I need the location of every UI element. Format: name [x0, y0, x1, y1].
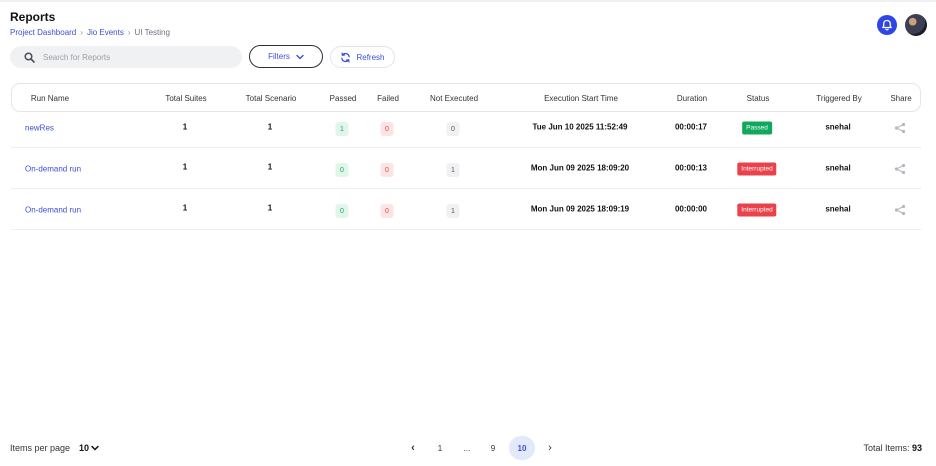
pagination-next-button[interactable]: › [543, 437, 557, 459]
passed-count-badge: 1 [335, 122, 349, 136]
total-scenario-value: 1 [267, 203, 273, 213]
share-icon[interactable] [894, 163, 906, 175]
search-icon [24, 51, 35, 63]
failed-count-badge: 0 [380, 163, 394, 177]
pagination-page-1[interactable]: 1 [432, 437, 448, 459]
total-items: Total Items: 93 [863, 443, 922, 453]
search-input[interactable] [43, 52, 223, 62]
not-executed-count-badge: 0 [446, 122, 460, 136]
status-badge: Interrupted [737, 162, 777, 176]
total-scenario-value: 1 [267, 162, 273, 172]
duration-value: 00:00:17 [674, 122, 708, 132]
total-items-value: 93 [911, 443, 922, 453]
total-scenario-value: 1 [267, 122, 273, 132]
run-name-link[interactable]: On-demand run [25, 206, 81, 215]
breadcrumb-ui-testing: UI Testing [134, 28, 170, 37]
pagination-page-10-current[interactable]: 10 [509, 436, 535, 460]
filters-label: Filters [268, 52, 290, 61]
status-badge: Interrupted [737, 203, 777, 217]
refresh-icon [341, 52, 351, 62]
user-avatar[interactable] [905, 14, 927, 36]
failed-count-badge: 0 [380, 204, 394, 218]
page-title: Reports [10, 10, 56, 24]
table-row[interactable]: On-demand run 1 1 0 0 1 Mon Jun 09 2025 … [11, 190, 921, 230]
execution-start-time: Mon Jun 09 2025 18:09:19 [530, 204, 630, 214]
top-divider [0, 0, 936, 2]
passed-count-badge: 0 [335, 204, 349, 218]
breadcrumb: Project Dashboard › Jio Events › UI Test… [10, 28, 170, 37]
execution-start-time: Mon Jun 09 2025 18:09:20 [530, 163, 630, 173]
breadcrumb-project-dashboard[interactable]: Project Dashboard [10, 28, 76, 37]
duration-value: 00:00:13 [674, 163, 708, 173]
share-icon[interactable] [894, 122, 906, 134]
filters-button[interactable]: Filters [249, 45, 323, 68]
run-name-link[interactable]: On-demand run [25, 165, 81, 174]
table-row[interactable]: On-demand run 1 1 0 0 1 Mon Jun 09 2025 … [11, 149, 921, 189]
total-suites-value: 1 [182, 203, 188, 213]
items-per-page-select[interactable]: 10 [79, 441, 99, 455]
refresh-label: Refresh [356, 52, 385, 62]
not-executed-count-badge: 1 [446, 204, 460, 218]
share-icon[interactable] [894, 204, 906, 216]
chevron-down-icon [91, 445, 99, 451]
breadcrumb-separator-icon: › [80, 28, 83, 37]
breadcrumb-jio-events[interactable]: Jio Events [87, 28, 124, 37]
search-bar[interactable] [10, 46, 242, 68]
not-executed-count-badge: 1 [446, 163, 460, 177]
items-per-page-value: 10 [79, 443, 90, 453]
total-suites-value: 1 [182, 122, 188, 132]
pagination-page-9[interactable]: 9 [485, 437, 501, 459]
triggered-by-value: snehal [825, 163, 851, 173]
execution-start-time: Tue Jun 10 2025 11:52:49 [532, 122, 628, 132]
status-badge: Passed [742, 121, 772, 135]
breadcrumb-separator-icon: › [127, 28, 131, 37]
pagination-prev-button[interactable]: ‹ [405, 437, 421, 459]
triggered-by-value: snehal [825, 122, 851, 132]
chevron-down-icon [296, 54, 304, 59]
notification-button[interactable] [877, 15, 897, 35]
table-row[interactable]: newRes 1 1 1 0 0 Tue Jun 10 2025 11:52:4… [11, 108, 921, 148]
total-items-label: Total Items: [863, 443, 910, 453]
items-per-page-label: Items per page [10, 443, 71, 453]
bell-icon [882, 19, 892, 31]
run-name-link[interactable]: newRes [25, 124, 54, 133]
passed-count-badge: 0 [335, 163, 349, 177]
duration-value: 00:00:00 [674, 204, 708, 214]
failed-count-badge: 0 [380, 122, 394, 136]
triggered-by-value: snehal [825, 204, 851, 214]
pagination-ellipsis: ... [463, 443, 471, 453]
refresh-button[interactable]: Refresh [330, 46, 395, 68]
total-suites-value: 1 [182, 162, 188, 172]
